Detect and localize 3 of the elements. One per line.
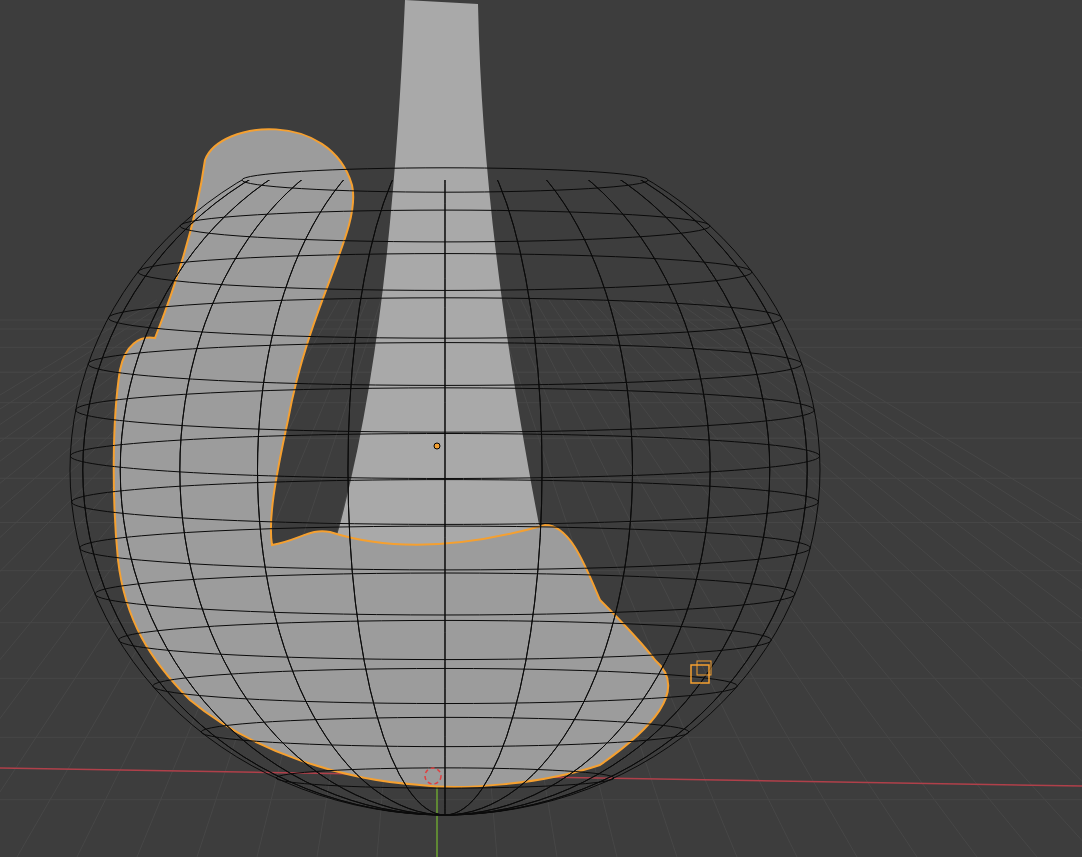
cube-gizmo-icon bbox=[690, 660, 712, 684]
origin-point bbox=[433, 442, 441, 450]
3d-cursor-icon bbox=[424, 767, 442, 785]
